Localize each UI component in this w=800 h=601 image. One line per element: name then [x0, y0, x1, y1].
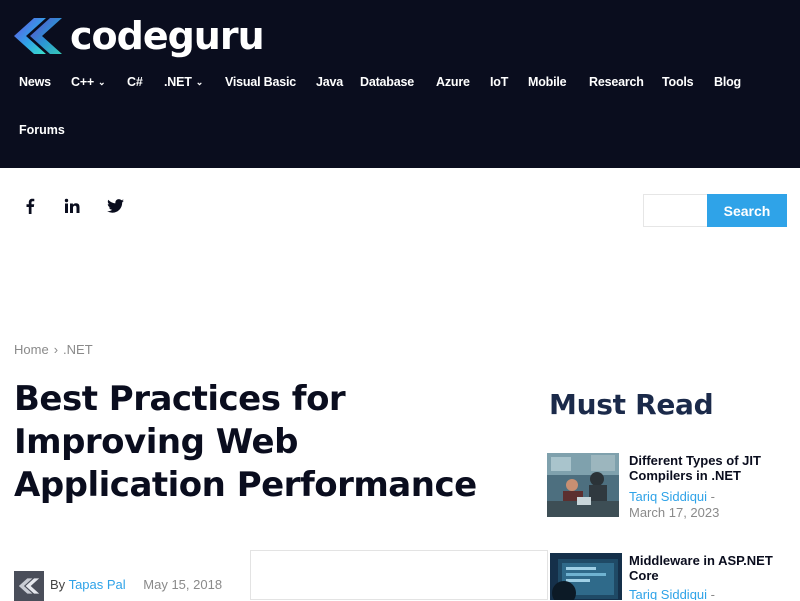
- card-meta: Tariq Siddiqui - March 17, 2023: [629, 489, 784, 521]
- author-avatar[interactable]: [14, 571, 44, 601]
- card-thumbnail[interactable]: [550, 553, 622, 600]
- nav-item-research[interactable]: Research: [589, 70, 644, 94]
- search-button[interactable]: Search: [707, 194, 787, 227]
- nav-item-azure[interactable]: Azure: [436, 70, 470, 94]
- nav-item-tools[interactable]: Tools: [662, 70, 694, 94]
- must-read-card[interactable]: Different Types of JIT Compilers in .NET…: [547, 453, 787, 523]
- nav-item-mobile[interactable]: Mobile: [528, 70, 567, 94]
- card-author-link[interactable]: Tariq Siddiqui: [629, 489, 707, 504]
- nav-item-java[interactable]: Java: [316, 70, 343, 94]
- card-meta-dash: -: [710, 489, 716, 504]
- nav-item-cpp[interactable]: C++ ⌄: [71, 70, 106, 95]
- card-meta-dash: -: [710, 587, 716, 600]
- main-nav: News C++ ⌄ C# .NET ⌄ Visual Basic Java Dat…: [0, 70, 800, 94]
- byline-by-label: By: [50, 577, 66, 592]
- search-input[interactable]: [643, 194, 707, 227]
- chevron-down-icon: ⌄: [195, 77, 204, 87]
- facebook-icon[interactable]: [20, 196, 40, 216]
- site-logo[interactable]: codeguru: [12, 14, 265, 58]
- chevron-down-icon: ⌄: [98, 77, 106, 87]
- card-author-link[interactable]: Tariq Siddiqui: [629, 587, 707, 600]
- logo-wordmark: codeguru: [70, 14, 265, 58]
- must-read-card[interactable]: Middleware in ASP.NET Core Tariq Siddiqu…: [547, 553, 787, 600]
- nav-item-visual-basic[interactable]: Visual Basic: [225, 70, 296, 94]
- nav-item-database[interactable]: Database: [360, 70, 414, 94]
- site-header: codeguru News C++ ⌄ C# .NET ⌄ Visual Basic…: [0, 0, 800, 168]
- author-link[interactable]: Tapas Pal: [69, 577, 126, 592]
- article-byline: By Tapas Pal May 15, 2018: [50, 577, 222, 593]
- nav-item-forums[interactable]: Forums: [19, 118, 65, 142]
- nav-item-news[interactable]: News: [19, 70, 51, 94]
- article-date: May 15, 2018: [143, 577, 223, 592]
- twitter-icon[interactable]: [105, 196, 125, 216]
- breadcrumb-home-link[interactable]: Home: [14, 342, 49, 357]
- article-title: Best Practices for Improving Web Applica…: [14, 379, 477, 505]
- breadcrumb-dotnet-link[interactable]: .NET: [63, 342, 93, 357]
- linkedin-icon[interactable]: [62, 196, 82, 216]
- ad-banner[interactable]: [250, 550, 548, 600]
- breadcrumb-separator: ›: [53, 342, 59, 357]
- card-meta: Tariq Siddiqui -: [629, 587, 784, 600]
- card-date: March 17, 2023: [629, 505, 720, 520]
- card-title-link[interactable]: Middleware in ASP.NET Core: [629, 553, 784, 583]
- avatar-logo-icon: [18, 578, 40, 594]
- logo-chevrons-icon: [14, 18, 62, 54]
- nav-item-iot[interactable]: IoT: [490, 70, 508, 94]
- nav-item-blog[interactable]: Blog: [714, 70, 741, 94]
- card-title-link[interactable]: Different Types of JIT Compilers in .NET: [629, 453, 784, 483]
- nav-item-dotnet[interactable]: .NET ⌄: [164, 70, 203, 95]
- card-thumbnail[interactable]: [547, 453, 619, 517]
- breadcrumb: Home › .NET: [14, 342, 93, 358]
- must-read-heading: Must Read: [549, 388, 714, 421]
- nav-item-csharp[interactable]: C#: [127, 70, 143, 94]
